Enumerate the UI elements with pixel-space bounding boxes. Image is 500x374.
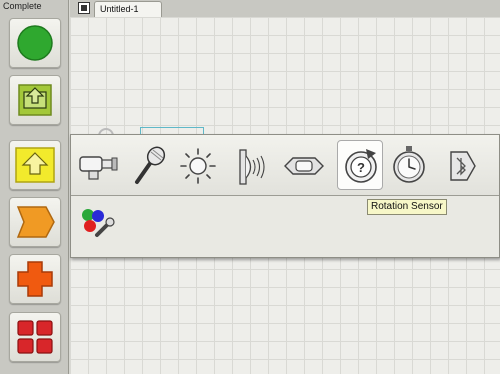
- timer-button[interactable]: [386, 140, 432, 190]
- color-sensor-button[interactable]: [79, 205, 119, 245]
- svg-text:?: ?: [357, 160, 365, 175]
- green-circle-icon: [17, 25, 53, 61]
- tab-untitled[interactable]: Untitled-1: [94, 1, 162, 17]
- flow-blocks-button[interactable]: [9, 197, 61, 247]
- timer-icon: [393, 146, 425, 183]
- sensor-arrow-icon: [15, 147, 55, 183]
- receive-message-icon: [450, 151, 476, 181]
- sensor-tooltip: Rotation Sensor: [367, 199, 447, 215]
- receive-message-button[interactable]: [437, 140, 483, 190]
- document-menu-icon[interactable]: [78, 2, 90, 14]
- upload-box-icon: [18, 84, 52, 116]
- touch-sensor-button[interactable]: [77, 140, 123, 190]
- ultrasonic-sensor-button[interactable]: [223, 140, 269, 190]
- block-palette: Complete: [0, 0, 69, 374]
- rotation-sensor-icon: ?: [345, 149, 377, 183]
- touch-sensor-icon: [79, 156, 118, 180]
- sensor-sub-palette: ?: [70, 134, 500, 258]
- rotation-sensor-button[interactable]: ?: [337, 140, 383, 190]
- color-sensor-icon: [82, 209, 115, 237]
- sensor-row: ?: [71, 135, 499, 196]
- sensor-blocks-button[interactable]: [9, 140, 61, 190]
- plus-shape-icon: [17, 261, 53, 297]
- nxt-buttons-button[interactable]: [281, 140, 327, 190]
- light-sensor-button[interactable]: [174, 140, 220, 190]
- nxt-buttons-icon: [284, 157, 324, 175]
- sound-sensor-icon: [135, 146, 166, 184]
- four-squares-icon: [17, 320, 53, 354]
- data-blocks-button[interactable]: [9, 254, 61, 304]
- sound-sensor-button[interactable]: [125, 140, 171, 190]
- document-tab-bar: Untitled-1: [70, 0, 500, 18]
- flow-chevron-icon: [16, 206, 55, 238]
- common-blocks-button[interactable]: [9, 18, 61, 68]
- advanced-blocks-button[interactable]: [9, 312, 61, 362]
- action-blocks-button[interactable]: [9, 75, 61, 125]
- light-sensor-icon: [180, 148, 216, 184]
- palette-title: Complete: [3, 1, 42, 11]
- ultrasonic-sensor-icon: [239, 149, 265, 185]
